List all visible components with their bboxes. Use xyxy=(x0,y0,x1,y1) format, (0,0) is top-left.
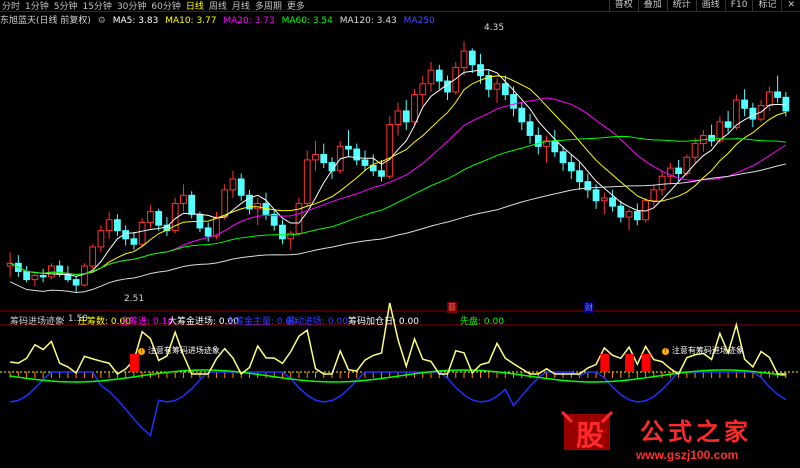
watermark-gu: 股 xyxy=(576,419,605,452)
candle-body xyxy=(675,167,682,175)
annotation-chip-1: ! 注意有筹码进场迹象 xyxy=(138,345,220,356)
kline-chart[interactable] xyxy=(0,0,800,468)
candle-body xyxy=(97,230,105,248)
candle-body xyxy=(361,159,369,166)
candle-body xyxy=(312,153,319,161)
candle-body xyxy=(48,265,55,278)
candle-body xyxy=(749,107,757,120)
candle-body xyxy=(23,270,31,281)
candle-body xyxy=(303,159,311,204)
candle-body xyxy=(386,124,394,177)
indicator-xianpan: 先盘: 0.00 xyxy=(460,317,504,327)
candle-body xyxy=(576,170,583,183)
candle-body xyxy=(89,246,97,267)
candle-body xyxy=(188,194,196,215)
candle-body xyxy=(600,197,608,202)
candle-body xyxy=(460,50,468,68)
candle-body xyxy=(435,69,443,82)
candle-body xyxy=(592,189,600,202)
watermark-title: 公式之家 xyxy=(640,418,752,446)
candle-body xyxy=(81,265,88,286)
annotation-chip-2: ! 注意有筹码进场迹象 xyxy=(662,345,744,356)
event-marker-cai-text: 财 xyxy=(585,303,593,312)
candle-body xyxy=(345,145,352,150)
ma120-line xyxy=(9,163,786,294)
candle-body xyxy=(534,134,542,147)
candle-body xyxy=(468,50,476,66)
candle-body xyxy=(130,238,138,245)
signal-bar xyxy=(129,354,139,372)
candle-body xyxy=(625,211,633,218)
candle-body xyxy=(724,121,732,128)
candle-body xyxy=(72,279,80,286)
signal-bar xyxy=(600,354,610,372)
candle-body xyxy=(765,91,773,107)
candle-body xyxy=(526,121,534,136)
candle-body xyxy=(402,110,410,123)
candle-body xyxy=(567,162,575,172)
warning-icon: ! xyxy=(138,348,145,355)
candle-body xyxy=(741,99,748,109)
candle-body xyxy=(237,178,245,196)
warning-icon: ! xyxy=(662,348,669,355)
candle-body xyxy=(204,227,212,237)
indicator-baohu: 暴动进场: 0.00 xyxy=(286,317,348,327)
indicator-jiacang: 筹码加仓日: 0.00 xyxy=(348,317,419,327)
low-price-label: 2.51 xyxy=(124,294,145,304)
candle-body xyxy=(427,69,435,85)
candle-body xyxy=(609,197,616,207)
candle-body xyxy=(708,134,715,142)
candle-body xyxy=(378,170,385,177)
candle-body xyxy=(551,140,559,153)
indicator-header: 筹码进场迹象 : 1.50 庄筹数: 0.00 庄筹进: 0.14 大筹金进场:… xyxy=(0,314,800,327)
annotation-text-1: 注意有筹码进场迹象 xyxy=(147,346,220,355)
candle-body xyxy=(617,205,625,218)
candle-body xyxy=(138,221,146,245)
annotation-text-2: 注意有筹码进场迹象 xyxy=(671,346,744,355)
candle-body xyxy=(394,110,402,126)
high-price-label: 4.35 xyxy=(484,23,505,33)
candle-body xyxy=(114,219,121,232)
candle-body xyxy=(155,211,163,226)
candle-body xyxy=(658,175,666,191)
event-marker-cai[interactable]: 财 xyxy=(584,302,594,313)
candle-body xyxy=(650,189,658,202)
candle-body xyxy=(774,91,782,98)
watermark-url: www.gszj100.com xyxy=(636,448,739,462)
candle-body xyxy=(229,178,237,191)
event-marker-mu-text: 募 xyxy=(448,303,456,312)
candle-body xyxy=(559,151,567,164)
candle-body xyxy=(31,275,39,281)
candle-body xyxy=(320,153,328,164)
candle-body xyxy=(510,94,517,109)
candle-body xyxy=(213,216,220,237)
candle-body xyxy=(147,211,154,223)
candle-body xyxy=(279,224,286,240)
candle-body xyxy=(254,202,262,210)
candle-body xyxy=(419,83,427,96)
candle-body xyxy=(518,107,526,123)
candle-body xyxy=(221,189,229,218)
indicator-name[interactable]: 筹码进场迹象 xyxy=(10,314,64,327)
candle-body xyxy=(501,83,509,96)
candle-body xyxy=(105,219,113,232)
candle-body xyxy=(39,275,47,278)
candle-body xyxy=(691,143,699,158)
candle-body xyxy=(493,83,501,90)
event-marker-mu[interactable]: 募 xyxy=(447,302,457,313)
candle-body xyxy=(633,211,641,221)
candle-body xyxy=(180,194,187,204)
indicator-zhuangchu: 庄筹进: 0.14 xyxy=(120,317,173,327)
signal-bar xyxy=(625,354,635,372)
candle-body xyxy=(782,96,790,112)
signal-bar xyxy=(641,354,651,372)
candle-body xyxy=(411,94,418,123)
